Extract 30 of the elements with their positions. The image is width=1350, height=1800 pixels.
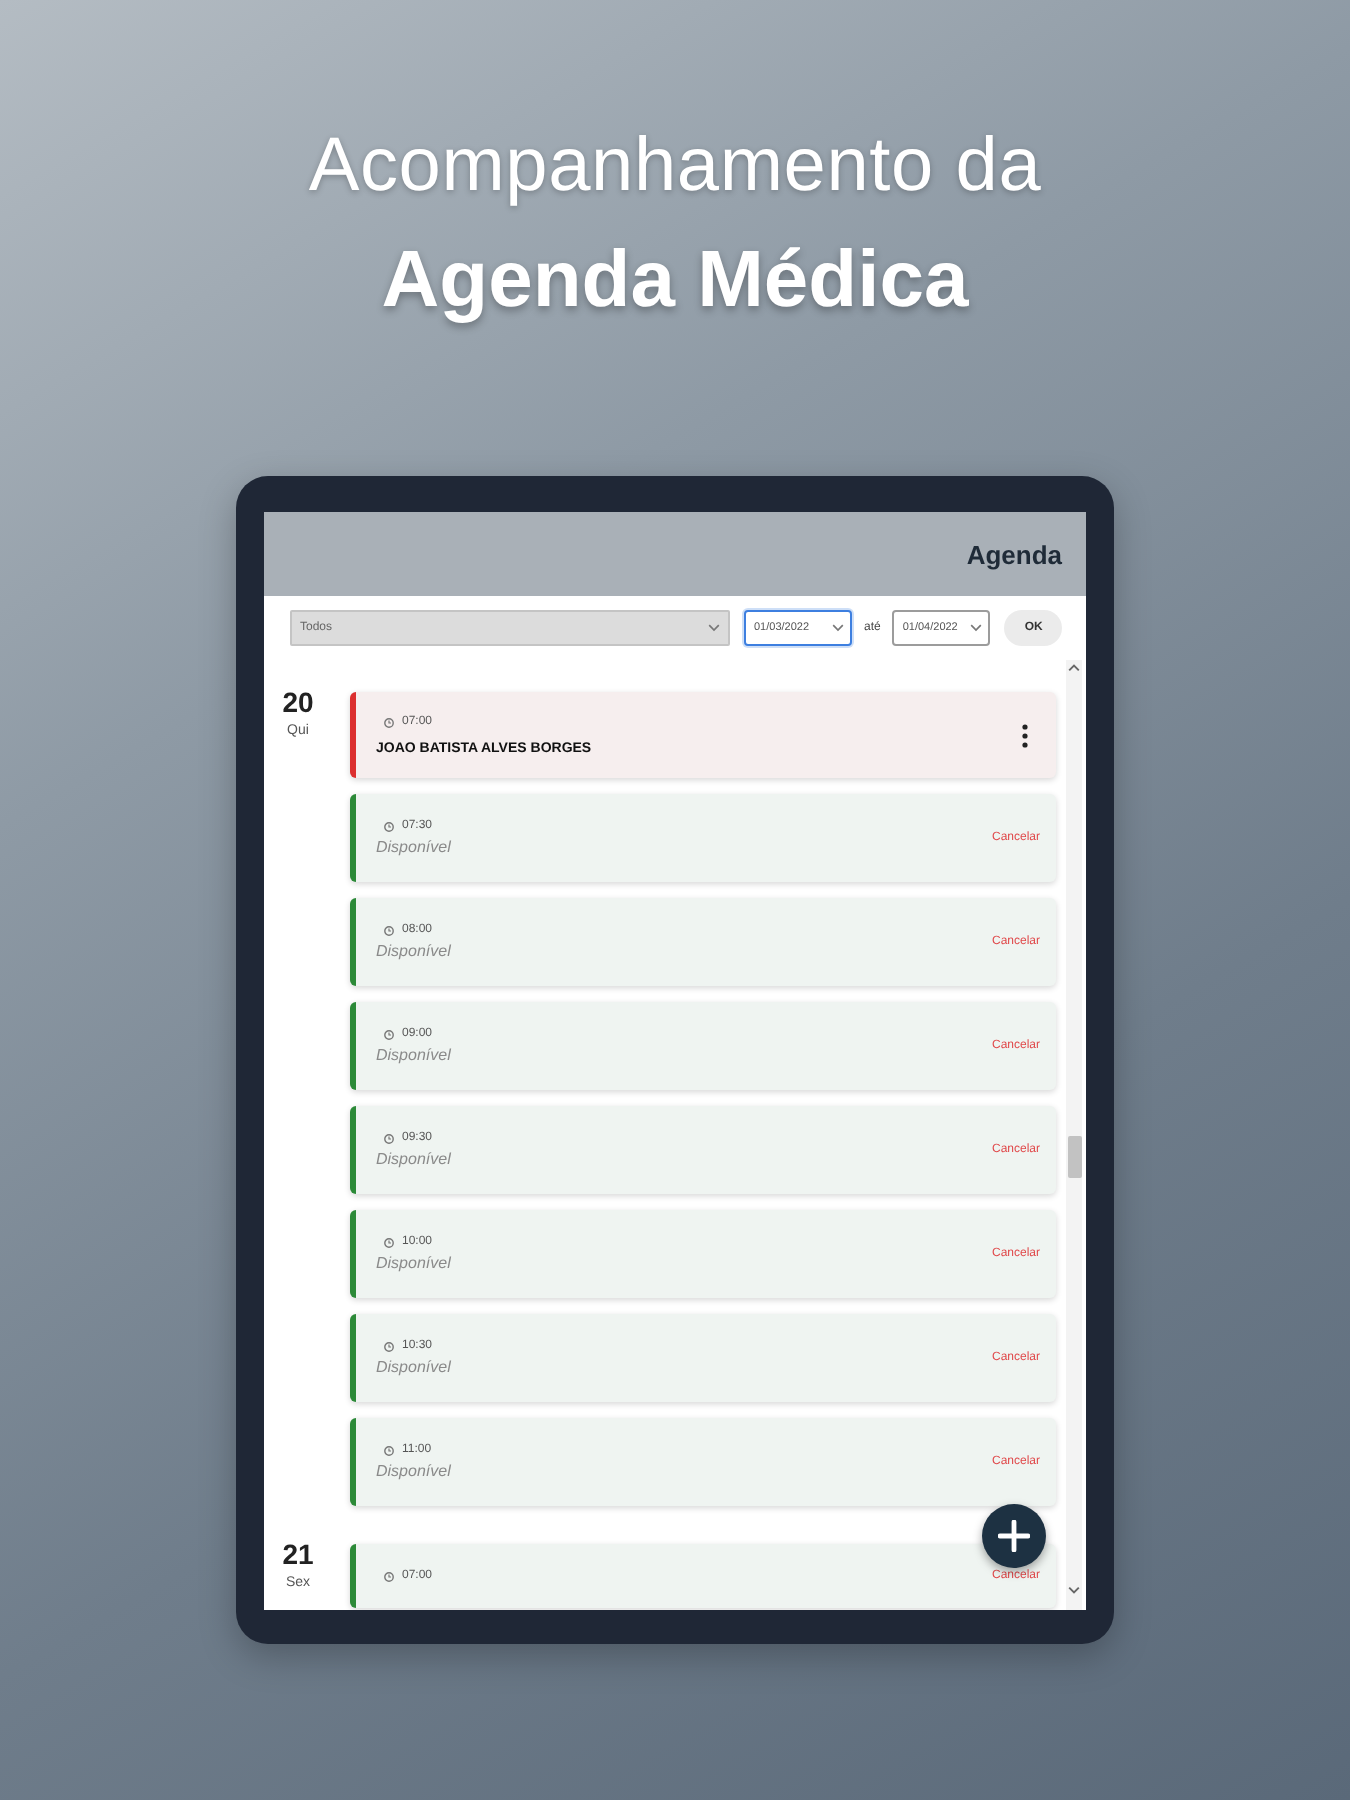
clock-icon (384, 925, 394, 935)
clock-icon (384, 1341, 394, 1351)
scrollbar[interactable] (1066, 660, 1082, 1610)
app-title: Agenda (966, 539, 1062, 569)
status-text: Disponível (376, 1358, 451, 1378)
clock-icon (384, 1445, 394, 1455)
clock-icon (384, 1029, 394, 1039)
chevron-down-icon (832, 624, 844, 632)
clock-icon (384, 1237, 394, 1247)
status-text: Disponível (376, 1150, 451, 1170)
scrollbar-thumb[interactable] (1067, 1136, 1081, 1178)
caret-up-icon[interactable] (1068, 664, 1080, 672)
day-number: 20 (282, 688, 314, 716)
three-dots-icon[interactable] (1022, 724, 1028, 748)
clock-icon (384, 1571, 394, 1581)
status-text: Disponível (376, 942, 451, 962)
chevron-down-icon (708, 624, 720, 632)
clock-icon (384, 821, 394, 831)
status-text: Disponível (376, 1254, 451, 1274)
headline-text: Acompanhamento da (308, 122, 1042, 212)
plus-icon (998, 1520, 1030, 1552)
status-text: Disponível (376, 1046, 451, 1066)
status-text: Disponível (376, 838, 451, 858)
headline-title: Agenda Médica (381, 234, 969, 328)
clock-icon (384, 717, 394, 727)
clock-icon (384, 1133, 394, 1143)
caret-down-icon[interactable] (1068, 1586, 1080, 1594)
day-number: 21 (282, 1540, 314, 1568)
status-text: Disponível (376, 1462, 451, 1482)
chevron-down-icon (970, 624, 983, 632)
